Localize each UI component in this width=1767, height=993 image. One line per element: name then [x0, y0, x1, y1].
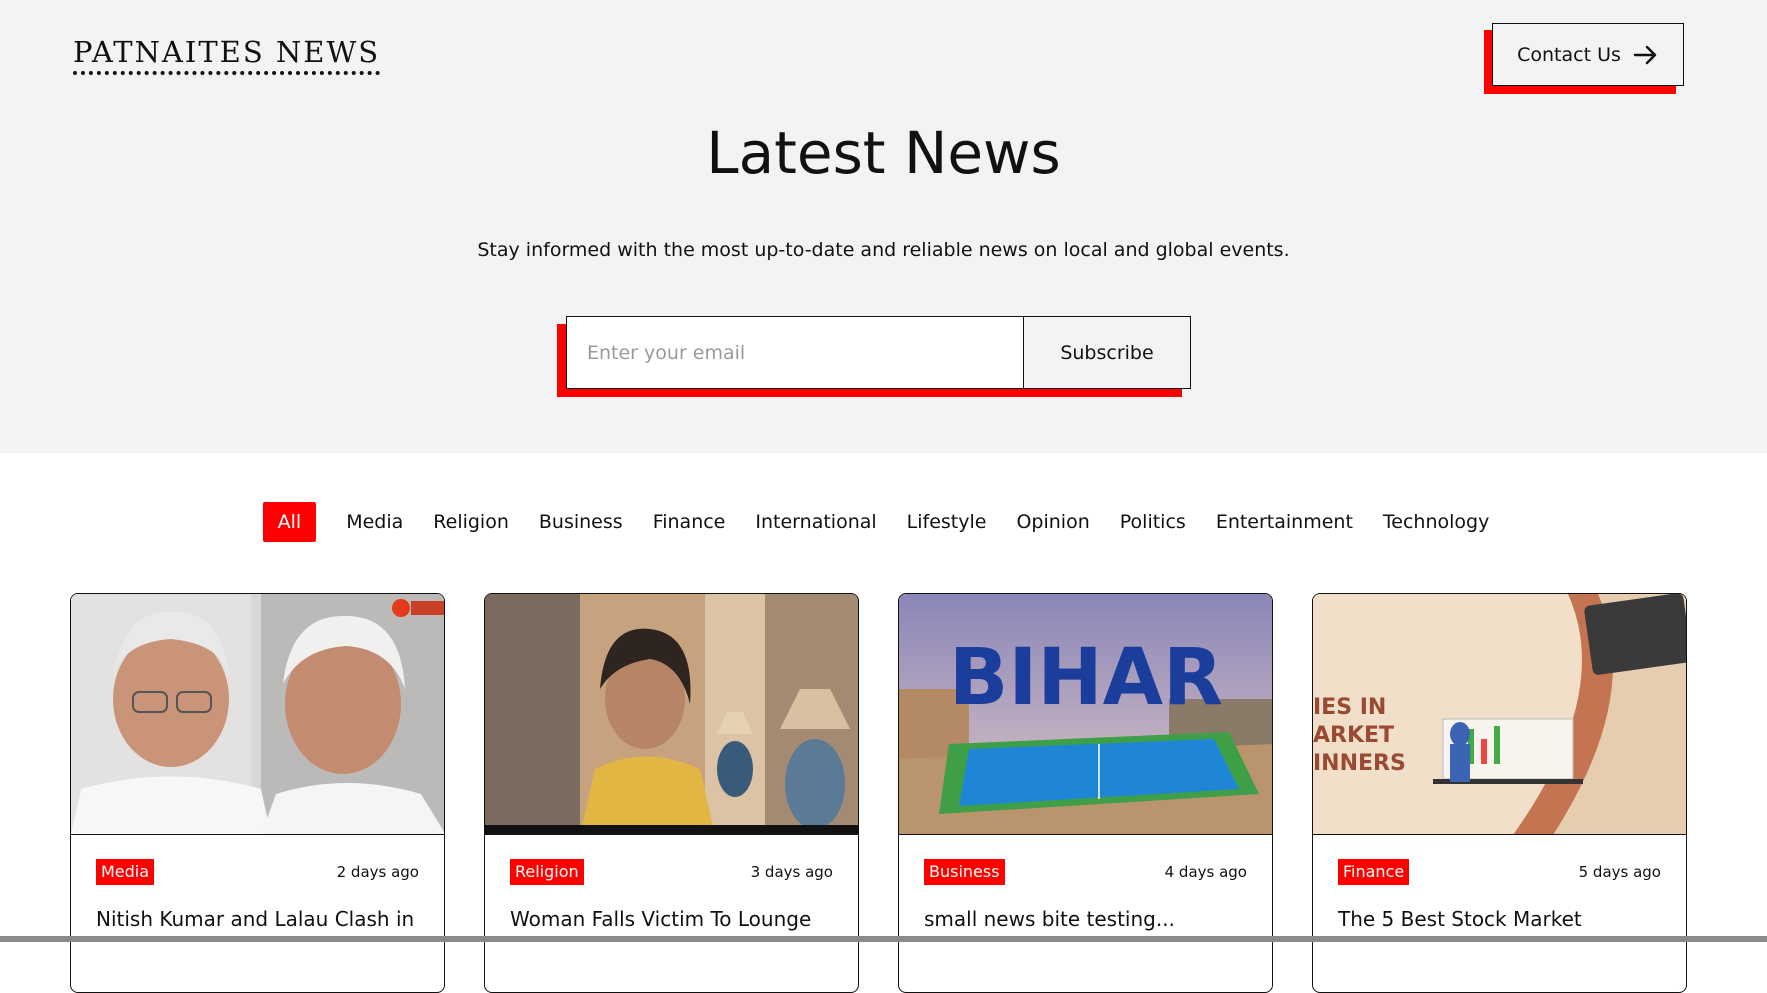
news-card[interactable]: Religion 3 days ago Woman Falls Victim T…: [484, 593, 859, 993]
tab-politics[interactable]: Politics: [1105, 502, 1201, 542]
category-badge[interactable]: Media: [96, 859, 155, 885]
svg-text:IES IN: IES IN: [1313, 695, 1386, 720]
subscribe-form-wrapper: Subscribe: [557, 316, 1191, 397]
news-card-date: 4 days ago: [1164, 863, 1247, 881]
tab-business[interactable]: Business: [524, 502, 638, 542]
news-card-meta: Media 2 days ago: [71, 859, 444, 885]
news-card-grid: Media 2 days ago Nitish Kumar and Lalau …: [70, 593, 1688, 993]
news-card-image: IES IN ARKET INNERS: [1313, 594, 1686, 835]
tab-technology[interactable]: Technology: [1368, 502, 1504, 542]
news-card-title[interactable]: Nitish Kumar and Lalau Clash in: [71, 907, 444, 931]
category-badge[interactable]: Religion: [510, 859, 584, 885]
hero-section: PATNAITES NEWS Contact Us Latest News St…: [0, 0, 1767, 453]
woman-video-screenshot-image: [485, 594, 858, 834]
news-card-image: [485, 594, 858, 835]
tab-entertainment[interactable]: Entertainment: [1201, 502, 1368, 542]
tab-international[interactable]: International: [740, 502, 891, 542]
subscribe-form: Subscribe: [566, 316, 1191, 389]
news-card[interactable]: Media 2 days ago Nitish Kumar and Lalau …: [70, 593, 445, 993]
news-card[interactable]: IES IN ARKET INNERS Finance 5 days ago T…: [1312, 593, 1687, 993]
arrow-right-icon: [1633, 45, 1657, 64]
page-subtitle: Stay informed with the most up-to-date a…: [477, 239, 1290, 261]
news-card-meta: Finance 5 days ago: [1313, 859, 1686, 885]
news-card-title[interactable]: The 5 Best Stock Market: [1313, 907, 1686, 931]
subscribe-button[interactable]: Subscribe: [1023, 317, 1190, 388]
category-badge[interactable]: Business: [924, 859, 1005, 885]
tab-religion[interactable]: Religion: [418, 502, 524, 542]
contact-button-wrapper: Contact Us: [1484, 23, 1684, 94]
category-badge[interactable]: Finance: [1338, 859, 1410, 885]
contact-button[interactable]: Contact Us: [1492, 23, 1684, 86]
stock-market-illustration-image: IES IN ARKET INNERS: [1313, 594, 1686, 834]
news-card-date: 5 days ago: [1578, 863, 1661, 881]
image-overlay-text: BIHAR: [949, 633, 1223, 723]
svg-text:ARKET: ARKET: [1313, 723, 1394, 748]
politicians-photo-image: [71, 594, 444, 834]
site-logo[interactable]: PATNAITES NEWS: [73, 38, 381, 75]
news-card-image: BIHAR: [899, 594, 1272, 835]
news-card-date: 2 days ago: [336, 863, 419, 881]
news-card-title[interactable]: small news bite testing...: [899, 907, 1272, 931]
category-tabs: All Media Religion Business Finance Inte…: [0, 502, 1767, 542]
news-card-image: [71, 594, 444, 835]
svg-text:INNERS: INNERS: [1313, 751, 1406, 776]
tab-opinion[interactable]: Opinion: [1001, 502, 1104, 542]
page-title: Latest News: [706, 119, 1061, 187]
news-card-date: 3 days ago: [750, 863, 833, 881]
news-card-title[interactable]: Woman Falls Victim To Lounge: [485, 907, 858, 931]
tab-finance[interactable]: Finance: [638, 502, 741, 542]
bihar-stadium-image: BIHAR: [899, 594, 1272, 834]
tab-media[interactable]: Media: [331, 502, 418, 542]
tab-lifestyle[interactable]: Lifestyle: [892, 502, 1002, 542]
tab-all[interactable]: All: [262, 502, 317, 542]
contact-button-label: Contact Us: [1517, 43, 1621, 66]
email-input[interactable]: [567, 317, 1023, 388]
news-card[interactable]: BIHAR Business 4 days ago small news bit…: [898, 593, 1273, 993]
news-card-meta: Religion 3 days ago: [485, 859, 858, 885]
news-card-meta: Business 4 days ago: [899, 859, 1272, 885]
horizontal-scrollbar[interactable]: [0, 936, 1767, 942]
